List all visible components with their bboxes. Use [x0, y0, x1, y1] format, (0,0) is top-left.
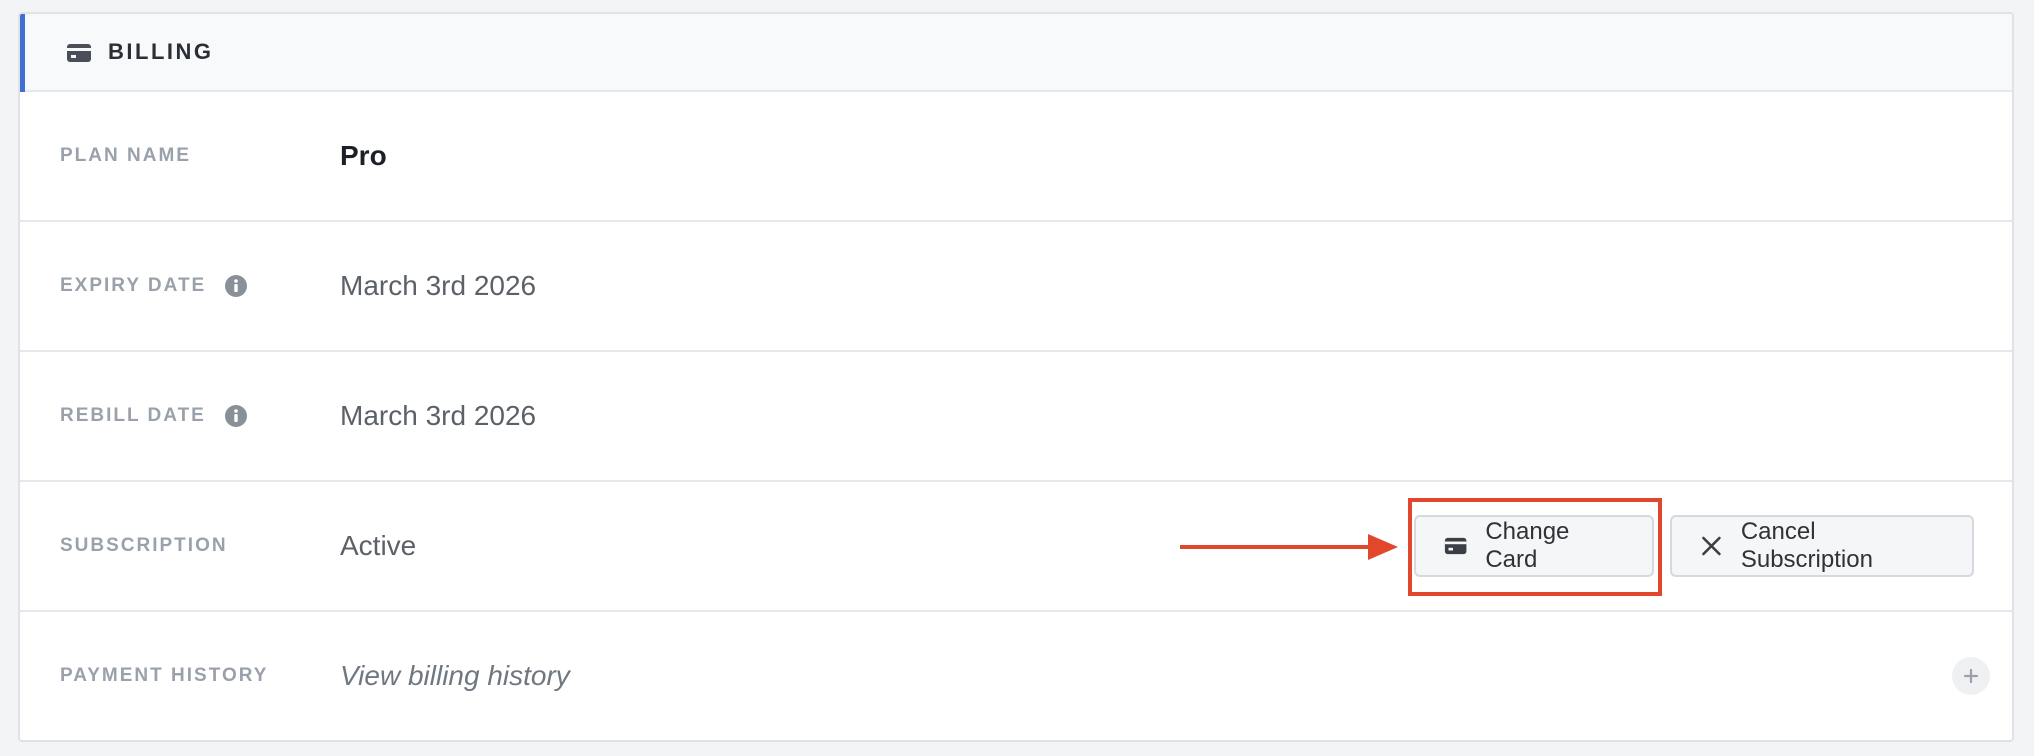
credit-card-icon: [67, 44, 91, 62]
cancel-subscription-label: Cancel Subscription: [1740, 518, 1873, 573]
subscription-label: SUBSCRIPTION: [60, 534, 228, 558]
plan-name-value: Pro: [340, 140, 387, 171]
rebill-date-label-text: REBILL DATE: [60, 405, 206, 426]
change-card-label: Change Card: [1485, 518, 1570, 573]
info-icon[interactable]: [224, 274, 248, 298]
cancel-subscription-button[interactable]: Cancel Subscription: [1670, 515, 1974, 577]
payment-history-row: PAYMENT HISTORY View billing history: [20, 612, 2012, 740]
payment-history-label-text: PAYMENT HISTORY: [60, 665, 269, 686]
close-icon: [1702, 536, 1721, 556]
subscription-row: SUBSCRIPTION Active Change Card Cancel S…: [20, 482, 2012, 612]
expiry-date-label-text: EXPIRY DATE: [60, 275, 207, 296]
expiry-date-row: EXPIRY DATE March 3rd 2026: [20, 222, 2012, 352]
credit-card-icon: [1444, 537, 1467, 555]
info-icon[interactable]: [224, 404, 248, 428]
rebill-date-label: REBILL DATE: [60, 404, 248, 428]
plan-name-label: PLAN NAME: [60, 144, 191, 168]
plus-icon: [1963, 668, 1979, 684]
expiry-date-label: EXPIRY DATE: [60, 274, 248, 298]
header-accent-bar: [20, 14, 25, 92]
rebill-date-value: March 3rd 2026: [340, 400, 537, 431]
subscription-label-text: SUBSCRIPTION: [60, 535, 228, 556]
annotation-arrow-icon: [1180, 534, 1398, 560]
rebill-date-row: REBILL DATE March 3rd 2026: [20, 352, 2012, 482]
plan-name-label-text: PLAN NAME: [60, 145, 191, 166]
expiry-date-value: March 3rd 2026: [340, 270, 537, 301]
expand-button[interactable]: [1952, 657, 1990, 695]
plan-name-row: PLAN NAME Pro: [20, 92, 2012, 222]
change-card-button[interactable]: Change Card: [1414, 515, 1654, 577]
billing-header: BILLING: [20, 14, 2012, 92]
subscription-status: Active: [340, 530, 417, 561]
section-title: BILLING: [108, 39, 214, 64]
view-billing-history-link[interactable]: View billing history: [340, 659, 570, 693]
billing-panel: BILLING PLAN NAME Pro EXPIRY DATE March …: [18, 12, 2014, 742]
payment-history-label: PAYMENT HISTORY: [60, 664, 268, 688]
